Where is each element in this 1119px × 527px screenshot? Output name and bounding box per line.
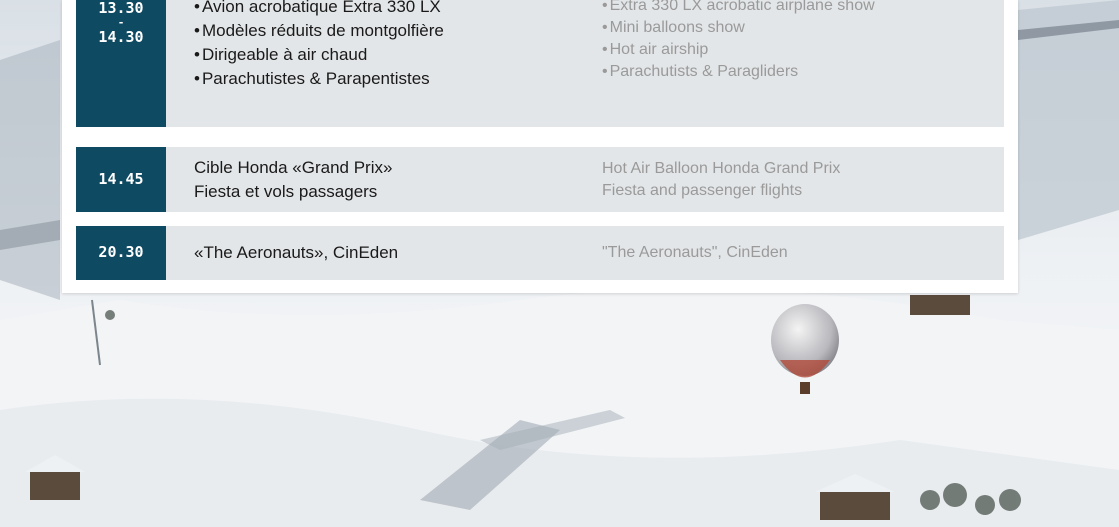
description-line: Fiesta et vols passagers <box>194 181 378 201</box>
french-description: Avion acrobatique Extra 330 LX Modèles r… <box>194 0 444 127</box>
time-end: 14.30 <box>98 28 144 47</box>
list-item: Extra 330 LX acrobatic airplane show <box>602 0 875 17</box>
schedule-row: 14.45 Cible Honda «Grand Prix» Fiesta et… <box>76 147 1004 212</box>
schedule-row: 13.30 - 14.30 Avion acrobatique Extra 33… <box>76 0 1004 127</box>
description-line: "The Aeronauts", CinEden <box>602 244 788 261</box>
english-description: Extra 330 LX acrobatic airplane show Min… <box>602 0 875 127</box>
french-description: Cible Honda «Grand Prix» Fiesta et vols … <box>194 147 392 212</box>
list-item: Avion acrobatique Extra 330 LX <box>194 0 444 19</box>
schedule-row: 20.30 «The Aeronauts», CinEden "The Aero… <box>76 226 1004 280</box>
list-item: Dirigeable à air chaud <box>194 43 444 67</box>
time-cell: 20.30 <box>76 226 166 280</box>
description-line: Hot Air Balloon Honda Grand Prix <box>602 159 841 177</box>
time-label: 14.45 <box>98 169 144 188</box>
list-item: Hot air airship <box>602 39 875 61</box>
event-schedule-table: 13.30 - 14.30 Avion acrobatique Extra 33… <box>62 0 1018 293</box>
description-line: Cible Honda «Grand Prix» <box>194 157 393 177</box>
time-cell: 13.30 - 14.30 <box>76 0 166 127</box>
list-item: Mini balloons show <box>602 17 875 39</box>
time-cell: 14.45 <box>76 147 166 212</box>
english-description: "The Aeronauts", CinEden <box>602 226 788 280</box>
list-item: Parachutists & Paragliders <box>602 61 875 83</box>
time-start: 13.30 <box>98 0 144 17</box>
description-line: Fiesta and passenger flights <box>602 181 803 199</box>
french-description: «The Aeronauts», CinEden <box>194 226 398 280</box>
list-item: Modèles réduits de montgolfière <box>194 19 444 43</box>
list-item: Parachutistes & Parapentistes <box>194 67 444 91</box>
english-description: Hot Air Balloon Honda Grand Prix Fiesta … <box>602 147 840 212</box>
description-line: «The Aeronauts», CinEden <box>194 243 399 262</box>
time-label: 20.30 <box>98 243 144 262</box>
